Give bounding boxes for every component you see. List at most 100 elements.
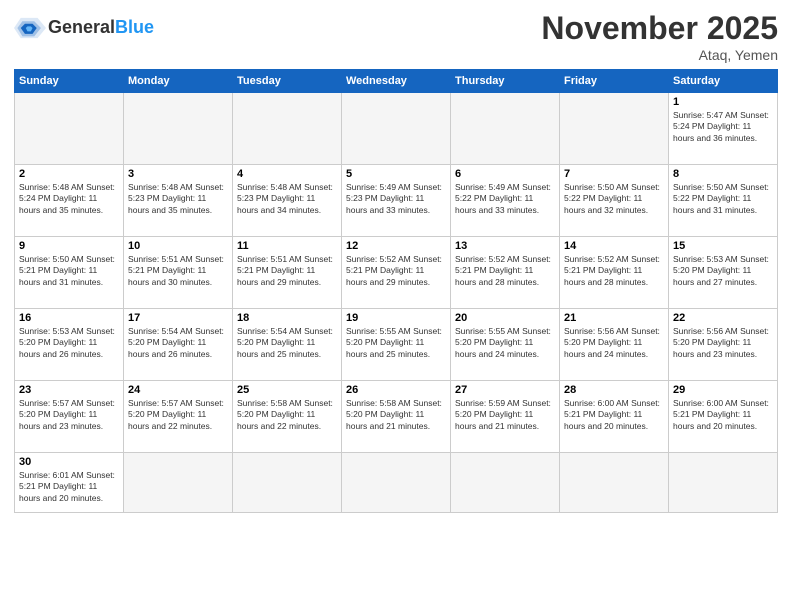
- cell-info: Sunrise: 6:01 AM Sunset: 5:21 PM Dayligh…: [19, 470, 119, 504]
- table-row: 20 Sunrise: 5:55 AM Sunset: 5:20 PM Dayli…: [451, 309, 560, 381]
- cell-info: Sunrise: 5:55 AM Sunset: 5:20 PM Dayligh…: [346, 326, 446, 360]
- day-number: 15: [673, 240, 773, 252]
- day-number: 5: [346, 168, 446, 180]
- day-number: 19: [346, 312, 446, 324]
- table-row: 10 Sunrise: 5:51 AM Sunset: 5:21 PM Dayli…: [124, 237, 233, 309]
- table-row: 21 Sunrise: 5:56 AM Sunset: 5:20 PM Dayli…: [560, 309, 669, 381]
- title-block: November 2025 Ataq, Yemen: [541, 10, 778, 63]
- cell-info: Sunrise: 5:50 AM Sunset: 5:22 PM Dayligh…: [564, 182, 664, 216]
- cell-info: Sunrise: 5:47 AM Sunset: 5:24 PM Dayligh…: [673, 110, 773, 144]
- cell-info: Sunrise: 5:48 AM Sunset: 5:24 PM Dayligh…: [19, 182, 119, 216]
- cell-info: Sunrise: 5:48 AM Sunset: 5:23 PM Dayligh…: [237, 182, 337, 216]
- cell-info: Sunrise: 5:49 AM Sunset: 5:22 PM Dayligh…: [455, 182, 555, 216]
- table-row: 28 Sunrise: 6:00 AM Sunset: 5:21 PM Dayli…: [560, 381, 669, 453]
- day-number: 27: [455, 384, 555, 396]
- cell-info: Sunrise: 5:52 AM Sunset: 5:21 PM Dayligh…: [346, 254, 446, 288]
- col-saturday: Saturday: [669, 70, 778, 93]
- table-row: 1 Sunrise: 5:47 AM Sunset: 5:24 PM Daylig…: [669, 93, 778, 165]
- cell-info: Sunrise: 5:53 AM Sunset: 5:20 PM Dayligh…: [673, 254, 773, 288]
- logo: GeneralBlue: [14, 14, 154, 42]
- month-title: November 2025: [541, 10, 778, 47]
- table-row: 25Sunrise: 5:58 AM Sunset: 5:20 PM Dayli…: [233, 381, 342, 453]
- cell-info: Sunrise: 5:52 AM Sunset: 5:21 PM Dayligh…: [455, 254, 555, 288]
- table-row: 11 Sunrise: 5:51 AM Sunset: 5:21 PM Dayli…: [233, 237, 342, 309]
- day-number: 6: [455, 168, 555, 180]
- day-number: 24: [128, 384, 228, 396]
- cell-info: Sunrise: 5:56 AM Sunset: 5:20 PM Dayligh…: [673, 326, 773, 360]
- table-row: [669, 453, 778, 513]
- cell-info: Sunrise: 5:52 AM Sunset: 5:21 PM Dayligh…: [564, 254, 664, 288]
- cell-info: Sunrise: 5:55 AM Sunset: 5:20 PM Dayligh…: [455, 326, 555, 360]
- cell-info: Sunrise: 5:51 AM Sunset: 5:21 PM Dayligh…: [237, 254, 337, 288]
- day-number: 29: [673, 384, 773, 396]
- table-row: 15 Sunrise: 5:53 AM Sunset: 5:20 PM Dayli…: [669, 237, 778, 309]
- table-row: [451, 453, 560, 513]
- day-number: 21: [564, 312, 664, 324]
- table-row: 19 Sunrise: 5:55 AM Sunset: 5:20 PM Dayli…: [342, 309, 451, 381]
- table-row: 22 Sunrise: 5:56 AM Sunset: 5:20 PM Dayli…: [669, 309, 778, 381]
- col-friday: Friday: [560, 70, 669, 93]
- day-number: 25: [237, 384, 337, 396]
- location: Ataq, Yemen: [541, 47, 778, 63]
- table-row: 16Sunrise: 5:53 AM Sunset: 5:20 PM Dayli…: [15, 309, 124, 381]
- table-row: [15, 93, 124, 165]
- cell-info: Sunrise: 5:57 AM Sunset: 5:20 PM Dayligh…: [19, 398, 119, 432]
- table-row: [451, 93, 560, 165]
- day-number: 18: [237, 312, 337, 324]
- col-tuesday: Tuesday: [233, 70, 342, 93]
- day-number: 11: [237, 240, 337, 252]
- table-row: [560, 93, 669, 165]
- day-number: 22: [673, 312, 773, 324]
- cell-info: Sunrise: 5:50 AM Sunset: 5:21 PM Dayligh…: [19, 254, 119, 288]
- table-row: 26 Sunrise: 5:58 AM Sunset: 5:20 PM Dayli…: [342, 381, 451, 453]
- table-row: 9 Sunrise: 5:50 AM Sunset: 5:21 PM Daylig…: [15, 237, 124, 309]
- table-row: 18Sunrise: 5:54 AM Sunset: 5:20 PM Dayli…: [233, 309, 342, 381]
- logo-text: GeneralBlue: [48, 18, 154, 38]
- day-number: 14: [564, 240, 664, 252]
- table-row: 2 Sunrise: 5:48 AM Sunset: 5:24 PM Daylig…: [15, 165, 124, 237]
- header: GeneralBlue November 2025 Ataq, Yemen: [14, 10, 778, 63]
- day-number: 9: [19, 240, 119, 252]
- table-row: 5 Sunrise: 5:49 AM Sunset: 5:23 PM Daylig…: [342, 165, 451, 237]
- table-row: 7 Sunrise: 5:50 AM Sunset: 5:22 PM Daylig…: [560, 165, 669, 237]
- day-number: 20: [455, 312, 555, 324]
- day-number: 2: [19, 168, 119, 180]
- col-monday: Monday: [124, 70, 233, 93]
- day-number: 10: [128, 240, 228, 252]
- table-row: [233, 453, 342, 513]
- table-row: [124, 453, 233, 513]
- day-number: 26: [346, 384, 446, 396]
- calendar: Sunday Monday Tuesday Wednesday Thursday…: [14, 69, 778, 513]
- day-number: 13: [455, 240, 555, 252]
- table-row: 23Sunrise: 5:57 AM Sunset: 5:20 PM Dayli…: [15, 381, 124, 453]
- col-thursday: Thursday: [451, 70, 560, 93]
- cell-info: Sunrise: 5:58 AM Sunset: 5:20 PM Dayligh…: [346, 398, 446, 432]
- day-number: 3: [128, 168, 228, 180]
- cell-info: Sunrise: 6:00 AM Sunset: 5:21 PM Dayligh…: [673, 398, 773, 432]
- cell-info: Sunrise: 6:00 AM Sunset: 5:21 PM Dayligh…: [564, 398, 664, 432]
- col-wednesday: Wednesday: [342, 70, 451, 93]
- table-row: 30Sunrise: 6:01 AM Sunset: 5:21 PM Dayli…: [15, 453, 124, 513]
- table-row: [233, 93, 342, 165]
- day-number: 8: [673, 168, 773, 180]
- calendar-header-row: Sunday Monday Tuesday Wednesday Thursday…: [15, 70, 778, 93]
- day-number: 16: [19, 312, 119, 324]
- cell-info: Sunrise: 5:49 AM Sunset: 5:23 PM Dayligh…: [346, 182, 446, 216]
- table-row: 14 Sunrise: 5:52 AM Sunset: 5:21 PM Dayli…: [560, 237, 669, 309]
- logo-icon: [14, 14, 46, 42]
- day-number: 1: [673, 96, 773, 108]
- day-number: 7: [564, 168, 664, 180]
- table-row: 17Sunrise: 5:54 AM Sunset: 5:20 PM Dayli…: [124, 309, 233, 381]
- col-sunday: Sunday: [15, 70, 124, 93]
- day-number: 28: [564, 384, 664, 396]
- cell-info: Sunrise: 5:56 AM Sunset: 5:20 PM Dayligh…: [564, 326, 664, 360]
- cell-info: Sunrise: 5:57 AM Sunset: 5:20 PM Dayligh…: [128, 398, 228, 432]
- cell-info: Sunrise: 5:50 AM Sunset: 5:22 PM Dayligh…: [673, 182, 773, 216]
- table-row: 12Sunrise: 5:52 AM Sunset: 5:21 PM Dayli…: [342, 237, 451, 309]
- cell-info: Sunrise: 5:51 AM Sunset: 5:21 PM Dayligh…: [128, 254, 228, 288]
- table-row: 27 Sunrise: 5:59 AM Sunset: 5:20 PM Dayli…: [451, 381, 560, 453]
- table-row: [342, 93, 451, 165]
- table-row: [124, 93, 233, 165]
- table-row: [342, 453, 451, 513]
- cell-info: Sunrise: 5:59 AM Sunset: 5:20 PM Dayligh…: [455, 398, 555, 432]
